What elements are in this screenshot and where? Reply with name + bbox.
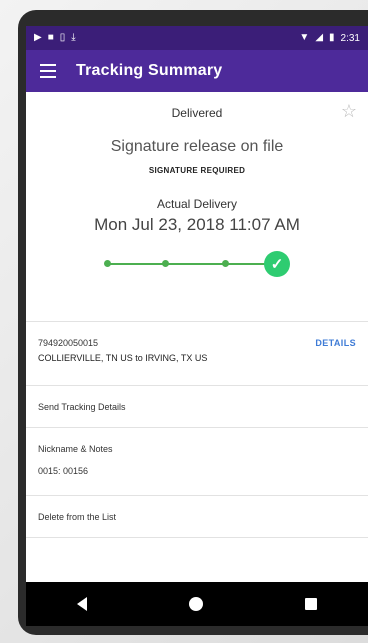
check-icon: ✓ bbox=[264, 251, 290, 277]
signature-required-label: SIGNATURE REQUIRED bbox=[148, 166, 246, 175]
delivery-progress: ✓ bbox=[104, 251, 290, 277]
signal-icon: ◢ bbox=[315, 32, 324, 43]
details-link[interactable]: DETAILS bbox=[315, 338, 356, 348]
screen: ▶ ■ ▯ ⤓ ▼ ◢ ▮ 2:31 Tracking Summary Deli… bbox=[26, 26, 368, 626]
status-bar: ▶ ■ ▯ ⤓ ▼ ◢ ▮ 2:31 bbox=[26, 26, 368, 50]
download-icon: ⤓ bbox=[71, 32, 76, 43]
battery-icon: ▮ bbox=[329, 32, 335, 43]
progress-dot bbox=[162, 260, 169, 267]
delivery-status: Delivered bbox=[171, 106, 223, 120]
status-right-icons: ▼ ◢ ▮ 2:31 bbox=[299, 33, 360, 44]
nickname-notes-item[interactable]: Nickname & Notes 0015: 00156 bbox=[26, 428, 368, 496]
send-tracking-details-item[interactable]: Send Tracking Details bbox=[26, 386, 368, 428]
send-tracking-label: Send Tracking Details bbox=[38, 401, 126, 412]
recent-apps-icon[interactable] bbox=[305, 598, 317, 610]
home-icon[interactable] bbox=[189, 597, 203, 611]
star-icon[interactable]: ☆ bbox=[340, 102, 358, 120]
tracking-info-row[interactable]: 794920050015 COLLIERVILLE, TN US to IRVI… bbox=[26, 322, 368, 386]
tracking-summary-card: Delivered ☆ Signature release on file SI… bbox=[26, 92, 368, 322]
play-icon: ▶ bbox=[34, 32, 42, 43]
page-title: Tracking Summary bbox=[76, 62, 223, 79]
tracking-number: 794920050015 bbox=[38, 338, 99, 348]
app-bar: Tracking Summary bbox=[26, 50, 368, 92]
nickname-value: 0015: 00156 bbox=[38, 466, 89, 476]
status-time: 2:31 bbox=[340, 32, 360, 44]
progress-dot bbox=[222, 260, 229, 267]
progress-line bbox=[108, 263, 276, 265]
progress-dot bbox=[104, 260, 111, 267]
delete-from-list-item[interactable]: Delete from the List bbox=[26, 496, 368, 538]
navigation-bar bbox=[26, 582, 368, 626]
back-icon[interactable] bbox=[77, 597, 87, 611]
phone-device: ▶ ■ ▯ ⤓ ▼ ◢ ▮ 2:31 Tracking Summary Deli… bbox=[18, 10, 368, 635]
menu-icon[interactable] bbox=[40, 64, 58, 78]
shipment-route: COLLIERVILLE, TN US to IRVING, TX US bbox=[38, 353, 208, 363]
delete-label: Delete from the List bbox=[38, 511, 117, 522]
nickname-label: Nickname & Notes bbox=[38, 444, 113, 454]
wifi-icon: ▼ bbox=[299, 32, 310, 43]
main-content: Delivered ☆ Signature release on file SI… bbox=[26, 92, 368, 582]
delivery-date: Mon Jul 23, 2018 11:07 AM bbox=[94, 215, 300, 234]
delivery-label: Actual Delivery bbox=[156, 197, 238, 211]
signature-title: Signature release on file bbox=[110, 138, 284, 155]
sim-icon: ▯ bbox=[59, 32, 66, 43]
image-icon: ■ bbox=[47, 32, 54, 43]
status-left-icons: ▶ ■ ▯ ⤓ bbox=[34, 33, 76, 43]
